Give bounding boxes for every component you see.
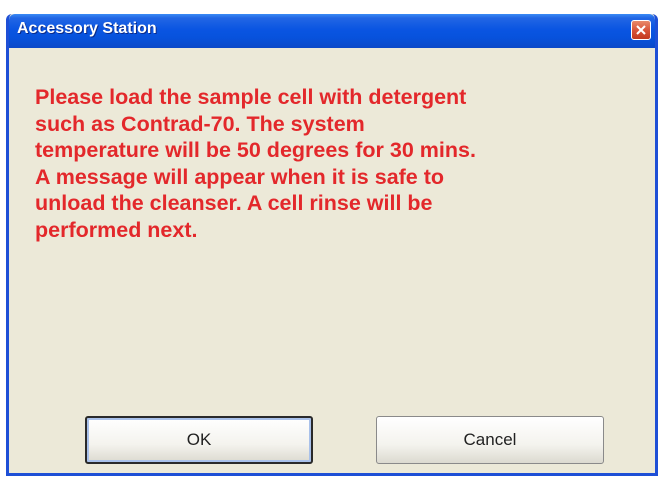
- close-icon: [636, 25, 646, 35]
- ok-button[interactable]: OK: [85, 416, 313, 464]
- window-title: Accessory Station: [17, 20, 157, 37]
- instruction-message: Please load the sample cell with deterge…: [35, 85, 476, 242]
- cancel-button[interactable]: Cancel: [376, 416, 604, 464]
- accessory-station-dialog: Accessory Station Please load the sample…: [6, 14, 658, 476]
- title-bar[interactable]: Accessory Station: [9, 14, 655, 48]
- close-button[interactable]: [631, 20, 651, 40]
